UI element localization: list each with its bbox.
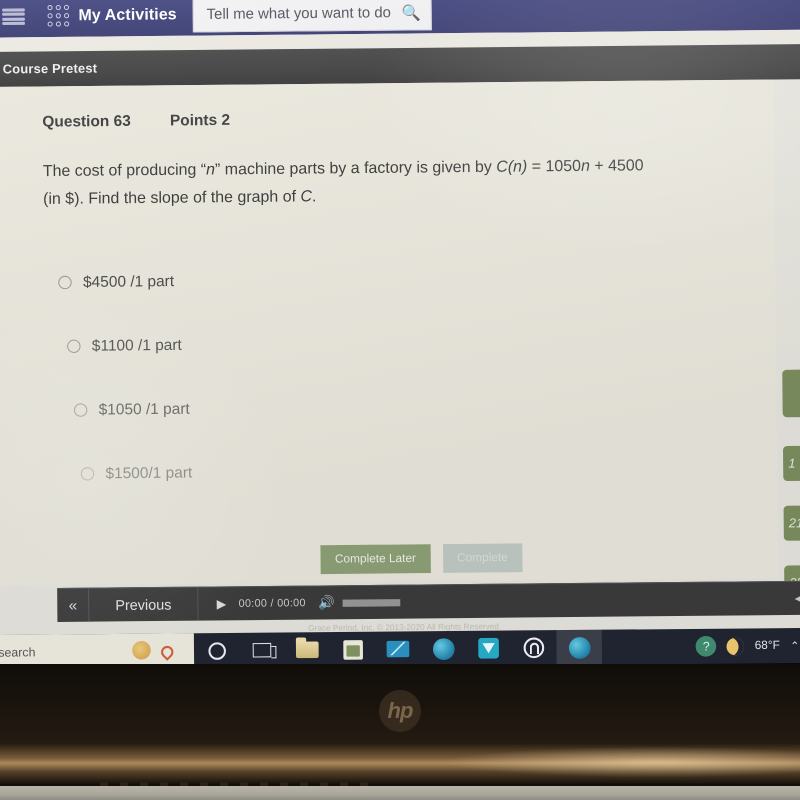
cortana-icon[interactable] <box>194 633 240 668</box>
search-placeholder: Tell me what you want to do <box>206 4 392 24</box>
chevron-up-icon[interactable]: ⌃ <box>790 639 800 652</box>
weather-temperature[interactable]: 68°F <box>755 640 780 653</box>
answer-option-label: $1500/1 part <box>105 463 193 482</box>
question-var-n-2: n <box>580 157 590 176</box>
search-input[interactable]: Tell me what you want to do 🔍 <box>193 0 433 32</box>
radio-button-icon[interactable] <box>73 402 88 417</box>
question-line1-part4: + 4500 <box>589 156 644 175</box>
answer-option-3[interactable]: $1050 /1 part <box>73 388 678 425</box>
answer-options: $4500 /1 part $1100 /1 part $1050 /1 par… <box>58 261 678 522</box>
screenshot-root: My Activities Tell me what you want to d… <box>0 0 800 800</box>
answer-option-label: $1100 /1 part <box>91 335 182 355</box>
hamburger-menu-icon[interactable] <box>2 6 25 27</box>
media-time: 00:00 / 00:00 <box>238 596 306 610</box>
answer-option-1[interactable]: $4500 /1 part <box>58 261 676 298</box>
previous-label-button[interactable]: Previous <box>89 587 199 622</box>
question-line2-part2: . <box>311 187 317 206</box>
mail-icon[interactable] <box>375 631 421 666</box>
activities-grid-icon <box>47 4 70 28</box>
volume-slider[interactable] <box>343 598 401 607</box>
laptop-screen: My Activities Tell me what you want to d… <box>0 0 800 648</box>
double-chevron-left-icon: « <box>68 596 78 615</box>
night-moon-icon[interactable] <box>724 634 747 658</box>
taskbar-search-placeholder: search <box>0 644 36 660</box>
rail-tab[interactable]: 21 <box>783 505 800 541</box>
app-title: My Activities <box>78 5 177 25</box>
task-view-icon[interactable] <box>239 632 285 667</box>
edge-browser-icon[interactable] <box>420 631 466 666</box>
teal-app-icon[interactable] <box>466 631 512 666</box>
rail-tab[interactable]: 1 <box>782 445 800 482</box>
taskbar-icons <box>194 629 603 669</box>
radio-button-icon[interactable] <box>67 338 81 353</box>
complete-later-button[interactable]: Complete Later <box>320 544 431 575</box>
file-explorer-icon[interactable] <box>284 632 330 667</box>
answer-option-label: $1050 /1 part <box>98 399 190 419</box>
media-player-bar: « Previous ▶ 00:00 / 00:00 🔊 ◀ <box>57 580 800 622</box>
answer-option-4[interactable]: $1500/1 part <box>80 452 679 489</box>
edge-browser-active-icon[interactable] <box>556 629 603 666</box>
question-line1-part2: ” machine parts by a factory is given by <box>214 158 497 179</box>
question-func-cn: C(n) <box>496 158 528 176</box>
radio-button-icon[interactable] <box>80 466 95 481</box>
location-pin-icon <box>158 643 176 663</box>
laptop-base-edge <box>0 786 800 800</box>
weather-sun-icon <box>132 640 151 660</box>
question-line1-part1: The cost of producing “ <box>42 161 207 181</box>
question-var-n-1: n <box>206 161 216 179</box>
taskbar-system-tray: ? 68°F ⌃ <box>695 628 800 664</box>
answer-option-label: $4500 /1 part <box>82 272 175 291</box>
search-icon[interactable]: 🔍 <box>402 4 421 23</box>
question-line1-part3: = 1050 <box>527 157 582 176</box>
fullscreen-icon[interactable]: ◀ <box>795 590 800 607</box>
headphones-app-icon[interactable] <box>511 630 557 665</box>
action-buttons: Complete Later Complete <box>320 543 523 575</box>
question-func-c: C <box>300 187 313 206</box>
course-title: Course Pretest <box>2 61 98 77</box>
question-points: Points 2 <box>169 111 231 130</box>
question-number: Question 63 <box>42 112 131 131</box>
question-panel: Question 63 Points 2 The cost of produci… <box>0 79 779 586</box>
microsoft-store-icon[interactable] <box>330 632 376 667</box>
previous-label: Previous <box>115 596 172 614</box>
rail-tab[interactable] <box>782 369 800 418</box>
help-circle-icon[interactable]: ? <box>695 635 717 657</box>
previous-button[interactable]: « <box>57 588 90 622</box>
question-header: Question 63 Points 2 <box>42 111 230 130</box>
question-line2-part1: (in $). Find the slope of the graph of <box>43 187 301 208</box>
complete-button[interactable]: Complete <box>442 543 523 573</box>
radio-button-icon[interactable] <box>58 275 72 289</box>
play-icon[interactable]: ▶ <box>198 597 239 612</box>
hp-logo: hp <box>379 690 421 732</box>
volume-icon[interactable]: 🔊 <box>306 595 335 612</box>
answer-option-2[interactable]: $1100 /1 part <box>67 325 677 362</box>
hinge-glare <box>0 744 800 784</box>
question-text: The cost of producing “n” machine parts … <box>43 152 744 214</box>
